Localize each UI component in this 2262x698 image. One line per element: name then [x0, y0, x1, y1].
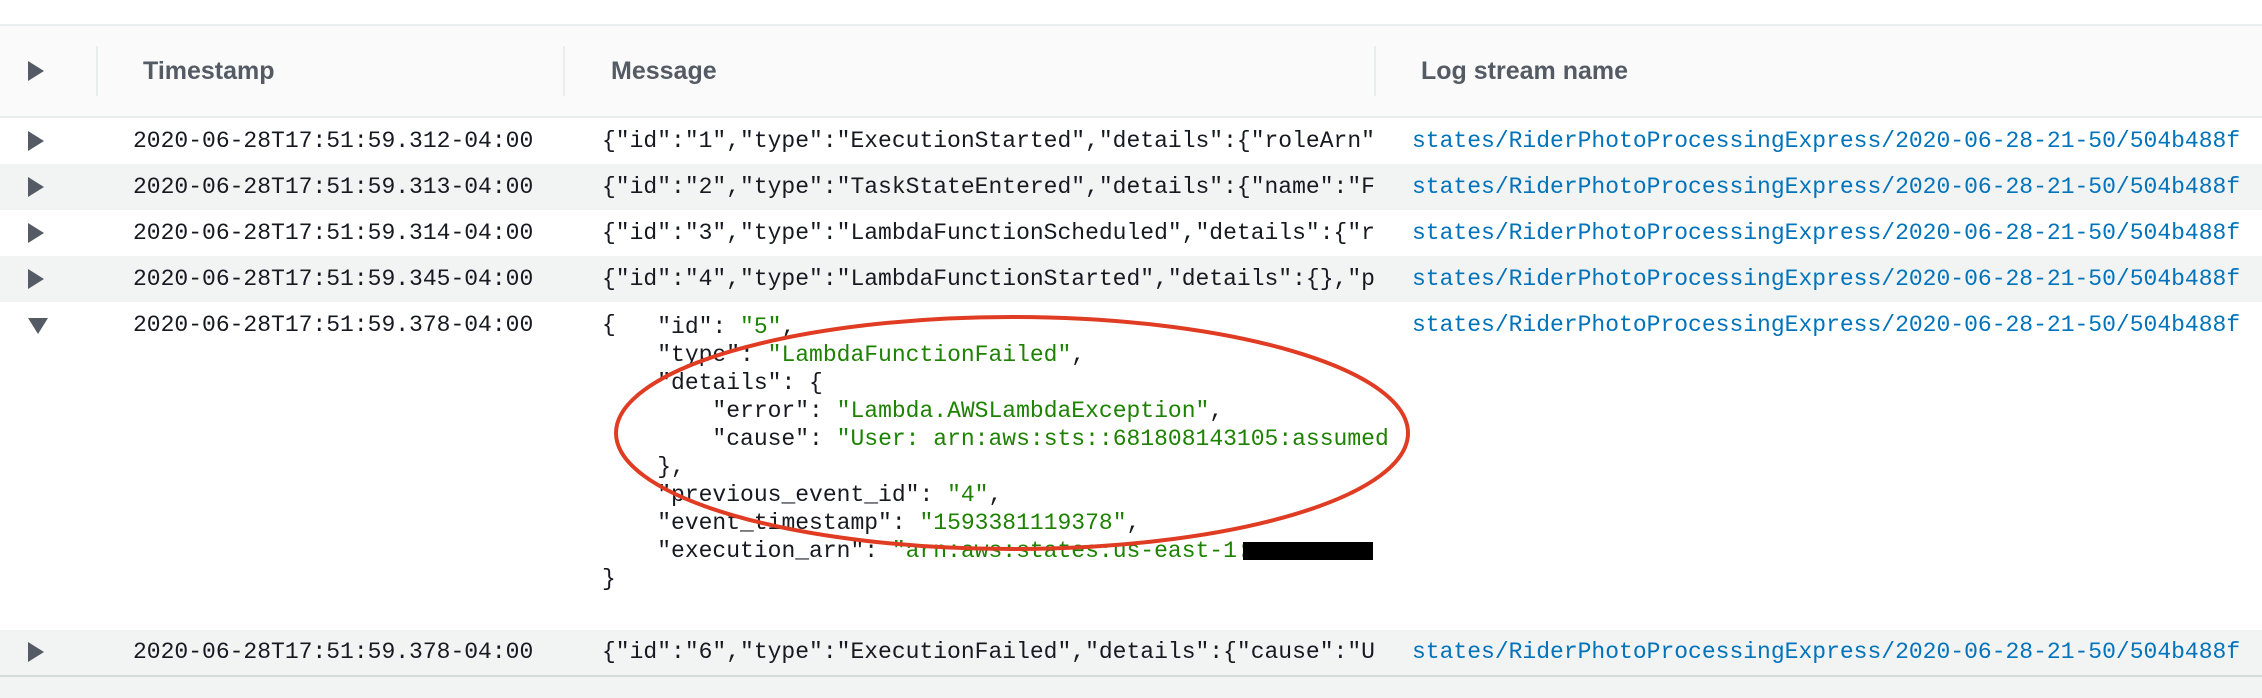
column-divider[interactable] [563, 46, 565, 96]
caret-right-icon [28, 131, 44, 151]
json-line: "event_timestamp": "1593381119378", [657, 510, 1141, 536]
json-line: "details": { [657, 370, 823, 396]
caret-down-icon [28, 318, 48, 334]
message-cell: {"id":"6","type":"ExecutionFailed","deta… [602, 639, 1374, 665]
table-row[interactable]: 2020-06-28T17:51:59.313-04:00 {"id":"2",… [0, 164, 2262, 210]
json-line: }, [657, 454, 685, 480]
table-row[interactable]: 2020-06-28T17:51:59.312-04:00 {"id":"1",… [0, 118, 2262, 164]
table-header: Timestamp Message Log stream name [0, 26, 2262, 118]
table-row[interactable]: 2020-06-28T17:51:59.314-04:00 {"id":"3",… [0, 210, 2262, 256]
log-stream-link[interactable]: states/RiderPhotoProcessingExpress/2020-… [1412, 266, 2240, 292]
message-cell: {"id":"3","type":"LambdaFunctionSchedule… [602, 220, 1374, 246]
json-line: "execution_arn": "arn:aws:states:us-east… [602, 537, 1402, 565]
json-line: "type": "LambdaFunctionFailed", [657, 342, 1086, 368]
log-stream-link[interactable]: states/RiderPhotoProcessingExpress/2020-… [1412, 128, 2240, 154]
column-header-message[interactable]: Message [611, 26, 717, 116]
expanded-json: "id": "5", "type": "LambdaFunctionFailed… [602, 313, 1402, 593]
caret-right-icon [28, 177, 44, 197]
message-cell: {"id":"1","type":"ExecutionStarted","det… [602, 128, 1374, 154]
timestamp-cell: 2020-06-28T17:51:59.313-04:00 [133, 174, 534, 200]
json-line: "id": "5", [657, 314, 796, 340]
caret-right-icon [28, 269, 44, 289]
log-stream-link[interactable]: states/RiderPhotoProcessingExpress/2020-… [1412, 312, 2240, 338]
message-cell: {"id":"2","type":"TaskStateEntered","det… [602, 174, 1374, 200]
row-expand-toggle[interactable] [28, 269, 44, 289]
log-stream-link[interactable]: states/RiderPhotoProcessingExpress/2020-… [1412, 220, 2240, 246]
caret-right-icon [28, 223, 44, 243]
caret-right-icon [28, 642, 44, 662]
bottom-strip [0, 675, 2262, 698]
timestamp-cell: 2020-06-28T17:51:59.378-04:00 [133, 639, 534, 665]
timestamp-cell: 2020-06-28T17:51:59.312-04:00 [133, 128, 534, 154]
timestamp-cell: 2020-06-28T17:51:59.378-04:00 [133, 312, 534, 338]
row-expand-toggle[interactable] [28, 131, 44, 151]
row-expand-toggle[interactable] [28, 177, 44, 197]
table-row[interactable]: 2020-06-28T17:51:59.345-04:00 {"id":"4",… [0, 256, 2262, 302]
json-line: } [602, 566, 616, 592]
log-stream-link[interactable]: states/RiderPhotoProcessingExpress/2020-… [1412, 174, 2240, 200]
table-row[interactable]: 2020-06-28T17:51:59.378-04:00 {"id":"6",… [0, 630, 2262, 675]
row-collapse-toggle[interactable] [28, 318, 48, 334]
redaction-bar [1242, 541, 1373, 560]
row-expand-toggle[interactable] [28, 642, 44, 662]
top-strip [0, 0, 2262, 26]
timestamp-cell: 2020-06-28T17:51:59.314-04:00 [133, 220, 534, 246]
json-line: "error": "Lambda.AWSLambdaException", [712, 398, 1224, 424]
column-header-timestamp[interactable]: Timestamp [143, 26, 275, 116]
message-cell: {"id":"4","type":"LambdaFunctionStarted"… [602, 266, 1374, 292]
log-stream-link[interactable]: states/RiderPhotoProcessingExpress/2020-… [1412, 639, 2240, 665]
json-line: "previous_event_id": "4", [657, 482, 1003, 508]
column-divider[interactable] [1374, 46, 1376, 96]
column-divider[interactable] [96, 46, 98, 96]
column-header-log-stream[interactable]: Log stream name [1421, 26, 1628, 116]
json-line: "cause": "User: arn:aws:sts::68180814310… [712, 426, 1389, 452]
row-expand-toggle[interactable] [28, 223, 44, 243]
expand-all-toggle[interactable] [28, 26, 44, 116]
caret-right-icon [28, 61, 44, 81]
timestamp-cell: 2020-06-28T17:51:59.345-04:00 [133, 266, 534, 292]
